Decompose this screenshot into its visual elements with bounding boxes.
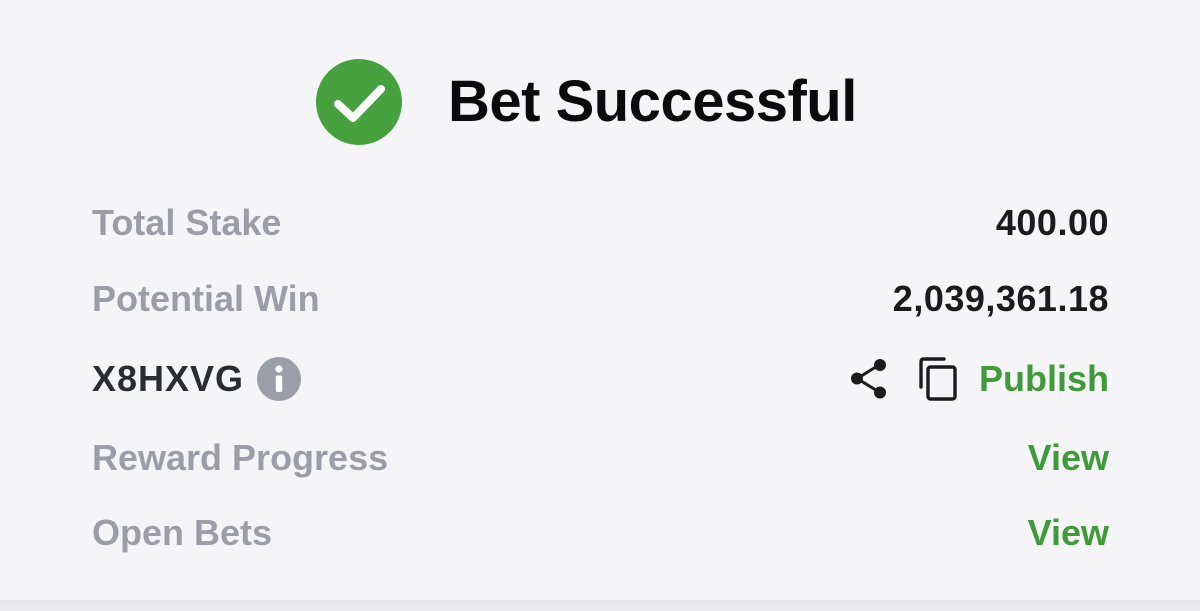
bet-confirmation-panel: Bet Successful Total Stake 400.00 Potent… <box>0 0 1200 600</box>
booking-code: X8HXVG <box>92 358 245 399</box>
open-bets-row: Open Bets View <box>92 503 1109 563</box>
publish-button[interactable]: Publish <box>979 361 1109 397</box>
reward-progress-row: Reward Progress View <box>92 428 1109 488</box>
page-title: Bet Successful <box>448 69 857 134</box>
header: Bet Successful <box>316 59 857 145</box>
potential-win-label: Potential Win <box>92 278 320 319</box>
check-circle-icon <box>316 59 402 145</box>
open-bets-view-link[interactable]: View <box>1028 515 1109 551</box>
booking-code-row: X8HXVG Publish <box>92 349 1109 409</box>
booking-code-group: X8HXVG <box>92 356 302 402</box>
potential-win-row: Potential Win 2,039,361.18 <box>92 269 1109 329</box>
reward-progress-view-link[interactable]: View <box>1028 440 1109 476</box>
total-stake-label: Total Stake <box>92 202 282 243</box>
potential-win-value: 2,039,361.18 <box>892 278 1109 319</box>
open-bets-label: Open Bets <box>92 512 273 553</box>
share-icon[interactable] <box>847 357 891 401</box>
booking-actions: Publish <box>847 357 1109 401</box>
copy-icon[interactable] <box>917 357 959 401</box>
total-stake-value: 400.00 <box>995 202 1109 243</box>
info-icon[interactable] <box>256 356 302 402</box>
panel-bottom-edge <box>0 600 1200 611</box>
total-stake-row: Total Stake 400.00 <box>92 193 1109 253</box>
reward-progress-label: Reward Progress <box>92 437 389 478</box>
